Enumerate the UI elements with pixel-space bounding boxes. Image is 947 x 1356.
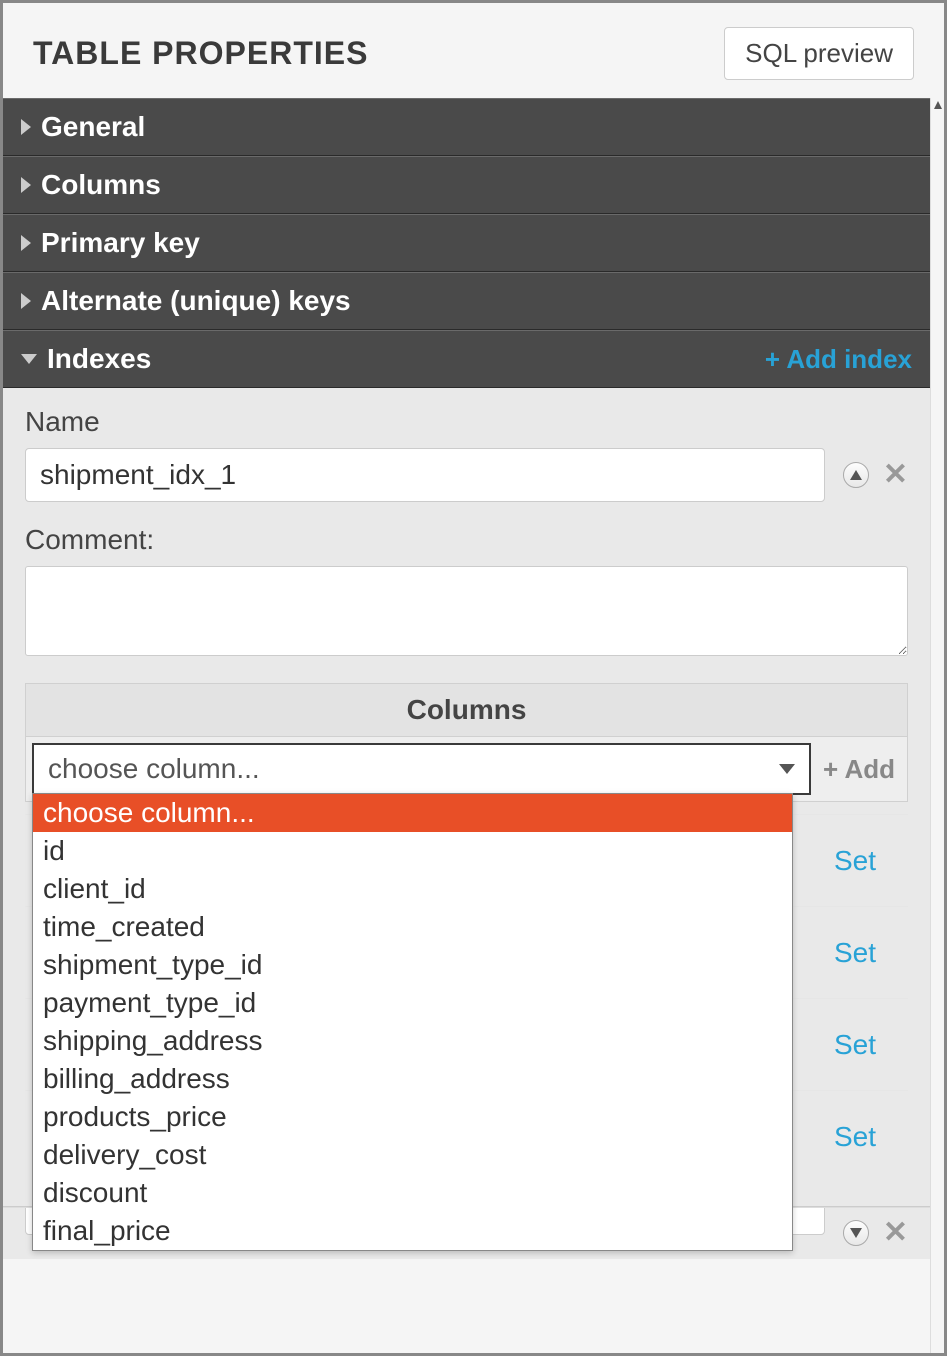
dropdown-option[interactable]: delivery_cost: [33, 1136, 792, 1174]
chevron-right-icon: [21, 177, 31, 193]
panel-header: TABLE PROPERTIES SQL preview: [3, 3, 944, 98]
set-button[interactable]: Set: [834, 845, 876, 877]
delete-index-icon[interactable]: ✕: [883, 460, 908, 490]
add-column-button[interactable]: + Add: [811, 737, 907, 801]
accordion-columns[interactable]: Columns: [3, 156, 930, 214]
sql-preview-button[interactable]: SQL preview: [724, 27, 914, 80]
dropdown-option[interactable]: products_price: [33, 1098, 792, 1136]
index-section: Name ✕ Comment: Columns: [3, 388, 930, 1207]
accordion-indexes[interactable]: Indexes + Add index: [3, 330, 930, 388]
column-select-row: choose column... + Add choose column... …: [25, 737, 908, 802]
dropdown-option[interactable]: id: [33, 832, 792, 870]
chevron-down-icon: [779, 764, 795, 774]
accordion-label: Indexes: [47, 343, 151, 375]
dropdown-option[interactable]: choose column...: [33, 794, 792, 832]
accordion-label: Columns: [41, 169, 161, 201]
expand-down-icon[interactable]: [843, 1220, 869, 1246]
dropdown-option[interactable]: billing_address: [33, 1060, 792, 1098]
column-select[interactable]: choose column...: [32, 743, 811, 795]
set-button[interactable]: Set: [834, 1029, 876, 1061]
comment-label: Comment:: [25, 524, 908, 556]
scroll-up-icon[interactable]: [931, 98, 944, 112]
chevron-down-icon: [21, 354, 37, 364]
accordion-label: Alternate (unique) keys: [41, 285, 351, 317]
chevron-right-icon: [21, 293, 31, 309]
dropdown-option[interactable]: discount: [33, 1174, 792, 1212]
columns-header: Columns: [25, 683, 908, 737]
page-title: TABLE PROPERTIES: [33, 35, 368, 72]
scroll-area: General Columns Primary key Alternate: [3, 98, 944, 1353]
dropdown-option[interactable]: client_id: [33, 870, 792, 908]
dropdown-option[interactable]: time_created: [33, 908, 792, 946]
dropdown-option[interactable]: final_price: [33, 1212, 792, 1250]
collapse-up-icon[interactable]: [843, 462, 869, 488]
name-label: Name: [25, 406, 908, 438]
set-button[interactable]: Set: [834, 1121, 876, 1153]
chevron-right-icon: [21, 119, 31, 135]
chevron-right-icon: [21, 235, 31, 251]
accordion-label: Primary key: [41, 227, 200, 259]
dropdown-option[interactable]: shipment_type_id: [33, 946, 792, 984]
set-button[interactable]: Set: [834, 937, 876, 969]
index-row-controls: ✕: [843, 1218, 908, 1248]
dropdown-option[interactable]: payment_type_id: [33, 984, 792, 1022]
scrollbar[interactable]: [930, 98, 944, 1353]
column-select-value: choose column...: [48, 753, 260, 785]
add-index-button[interactable]: + Add index: [765, 344, 912, 375]
index-row-controls: ✕: [843, 460, 908, 490]
dropdown-option[interactable]: shipping_address: [33, 1022, 792, 1060]
accordion-primary-key[interactable]: Primary key: [3, 214, 930, 272]
column-dropdown: choose column... id client_id time_creat…: [32, 793, 793, 1251]
accordion-general[interactable]: General: [3, 98, 930, 156]
delete-index-icon[interactable]: ✕: [883, 1218, 908, 1248]
comment-textarea[interactable]: [25, 566, 908, 656]
accordion-label: General: [41, 111, 145, 143]
table-properties-panel: TABLE PROPERTIES SQL preview General Col…: [3, 3, 944, 1353]
accordion-alternate-keys[interactable]: Alternate (unique) keys: [3, 272, 930, 330]
index-name-input[interactable]: [25, 448, 825, 502]
